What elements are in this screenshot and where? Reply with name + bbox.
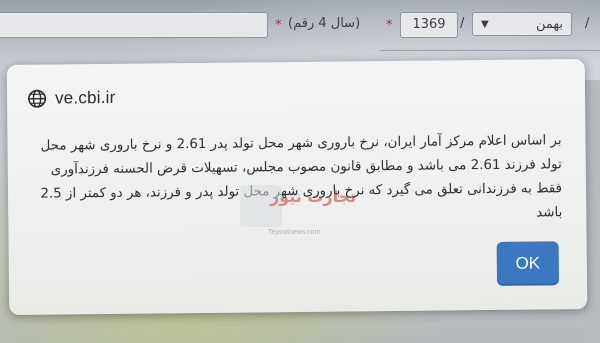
- month-select[interactable]: بهمن ▼: [472, 12, 572, 36]
- required-mark: *: [386, 18, 393, 33]
- dialog-message: بر اساس اعلام مرکز آمار ایران، نرخ بارور…: [40, 133, 563, 221]
- month-value: بهمن: [535, 17, 563, 32]
- alert-dialog: ve.cbi.ir بر اساس اعلام مرکز آمار ایران،…: [6, 58, 588, 316]
- background-sidebar: [584, 80, 600, 343]
- separator: /: [585, 16, 590, 31]
- divider: [380, 50, 600, 51]
- year-input[interactable]: 1369: [400, 12, 458, 38]
- dialog-header: ve.cbi.ir: [27, 86, 116, 111]
- globe-icon: [28, 89, 47, 108]
- separator: /: [460, 16, 465, 31]
- year-hint: (سال 4 رقم): [288, 16, 361, 31]
- chevron-down-icon: ▼: [481, 19, 489, 30]
- dialog-site-origin: ve.cbi.ir: [54, 87, 116, 108]
- ok-button[interactable]: OK: [496, 241, 560, 286]
- background-select[interactable]: [0, 12, 268, 38]
- background-form: / بهمن ▼ / 1369 * (سال 4 رقم) *: [0, 8, 600, 38]
- year-value: 1369: [412, 17, 446, 32]
- required-mark: *: [275, 18, 282, 33]
